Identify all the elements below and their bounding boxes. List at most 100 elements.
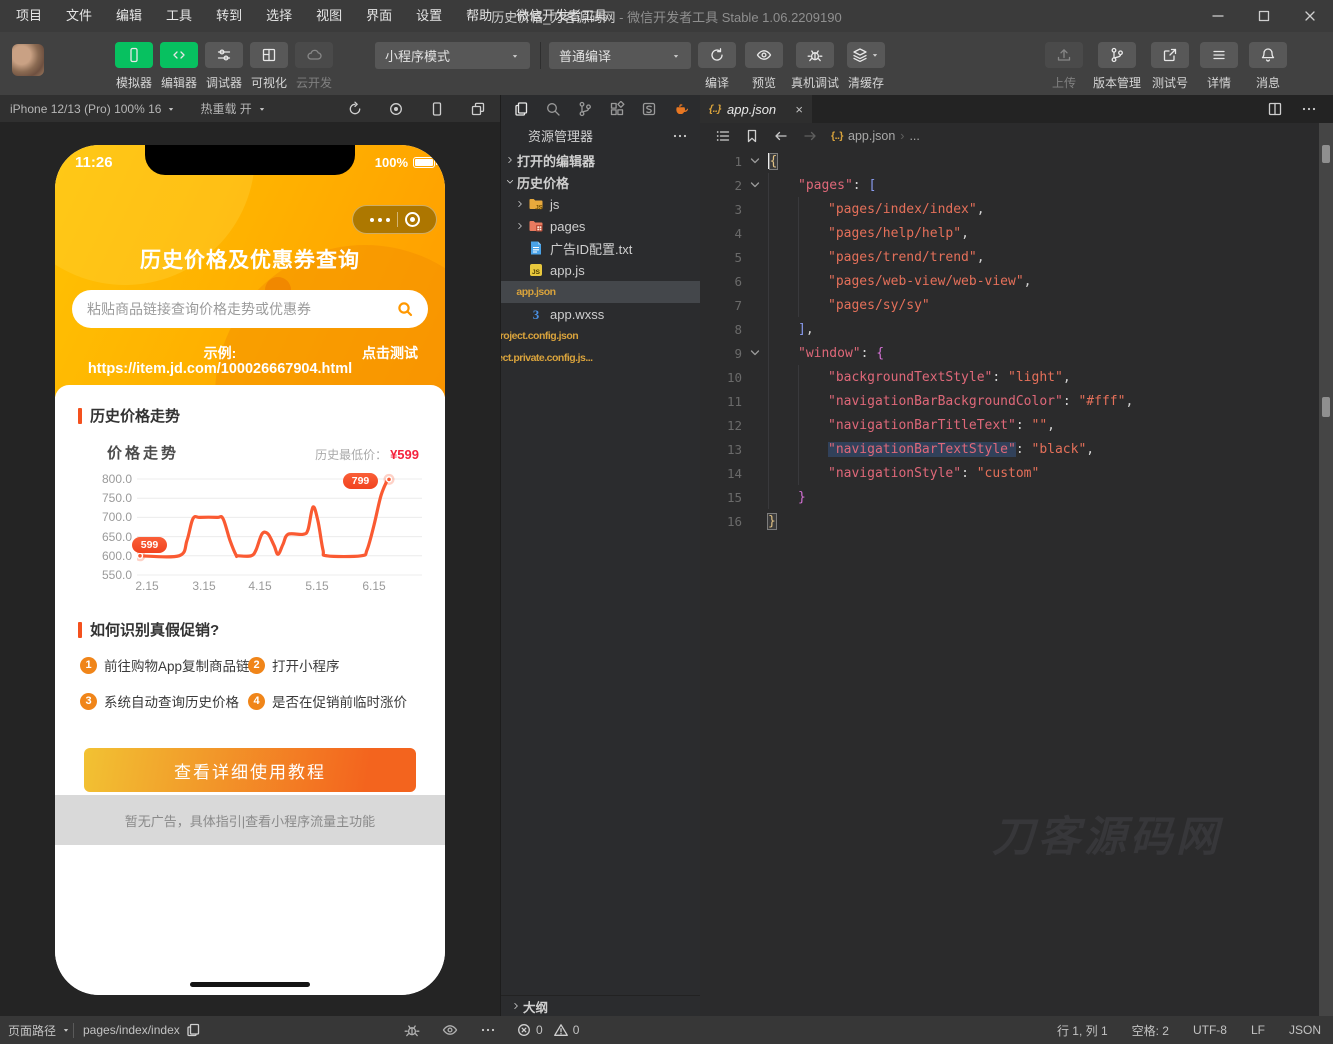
tree-item-folder-pages[interactable]: pages — [501, 215, 700, 237]
hot-reload-toggle[interactable]: 热重载 开 — [200, 100, 266, 117]
test-link[interactable]: 点击测试 — [362, 343, 418, 363]
toolbar-button-code[interactable]: 编辑器 — [159, 42, 199, 91]
menu-item-10[interactable]: 微信开发者工具 — [504, 0, 619, 32]
menu-item-5[interactable]: 选择 — [254, 0, 304, 32]
tree-item-wxss[interactable]: 3 app.wxss — [501, 303, 700, 325]
toolbar-button-menu[interactable]: 详情 — [1199, 42, 1239, 91]
npm-icon[interactable] — [641, 101, 657, 117]
minimize-button[interactable] — [1195, 0, 1241, 32]
device-select[interactable]: iPhone 12/13 (Pro) 100% 16 — [10, 102, 176, 116]
tree-section[interactable]: 打开的编辑器 — [501, 149, 700, 171]
scrollbar[interactable] — [1319, 123, 1333, 1016]
tree-item-txt[interactable]: 广告ID配置.txt — [501, 237, 700, 259]
back-icon[interactable] — [773, 128, 789, 144]
outline-section[interactable]: 大纲 — [501, 995, 700, 1016]
tree-item-jsfile[interactable]: JS app.js — [501, 259, 700, 281]
tutorial-button[interactable]: 查看详细使用教程 — [84, 748, 416, 792]
tree-item-json[interactable]: project.config.json — [501, 325, 700, 347]
fold-icon[interactable] — [747, 177, 763, 193]
search-icon[interactable] — [545, 101, 561, 117]
copy-icon[interactable] — [185, 1022, 201, 1038]
toolbar-button-bug[interactable]: 真机调试 — [791, 42, 839, 91]
tree-item-json[interactable]: app.json — [501, 281, 700, 303]
example-url[interactable]: https://item.jd.com/100026667904.html — [55, 361, 385, 377]
section-title: 如何识别真假促销? — [90, 622, 220, 639]
chevron-down-icon — [671, 51, 681, 61]
menu-item-7[interactable]: 界面 — [354, 0, 404, 32]
tree-item-folder-js[interactable]: JS js — [501, 193, 700, 215]
toolbar-button-tune[interactable]: 调试器 — [204, 42, 244, 91]
scrollbar-thumb[interactable] — [1322, 145, 1330, 163]
file-icon: project.private.config.js... — [501, 352, 593, 364]
menu-item-4[interactable]: 转到 — [204, 0, 254, 32]
git-branch-icon[interactable] — [577, 101, 593, 117]
preview-icon[interactable] — [442, 1022, 458, 1038]
mode-select[interactable]: 小程序模式 — [375, 42, 530, 69]
extensions-icon[interactable] — [609, 100, 625, 117]
tree-item-json[interactable]: project.private.config.js... — [501, 347, 700, 369]
toolbar-button-branch[interactable]: 版本管理 — [1093, 42, 1141, 91]
menu-item-6[interactable]: 视图 — [304, 0, 354, 32]
page-path-select[interactable]: 页面路径 — [8, 1016, 71, 1044]
statusbar-item-4[interactable]: JSON — [1289, 1023, 1321, 1037]
mode-select-value: 小程序模式 — [385, 49, 451, 64]
menu-item-9[interactable]: 帮助 — [454, 0, 504, 32]
menu-item-1[interactable]: 文件 — [54, 0, 104, 32]
more-icon[interactable] — [672, 128, 688, 144]
statusbar-item-2[interactable]: UTF-8 — [1193, 1023, 1227, 1037]
menu-item-2[interactable]: 编辑 — [104, 0, 154, 32]
search-input[interactable]: 粘贴商品链接查询价格走势或优惠券 — [72, 290, 428, 328]
miniapp-capsule[interactable] — [352, 205, 437, 234]
device-frame-icon[interactable] — [429, 101, 445, 117]
toolbar-button-eye[interactable]: 预览 — [744, 42, 784, 91]
statusbar-item-3[interactable]: LF — [1251, 1023, 1265, 1037]
breadcrumb-file[interactable]: {..} app.json › ... — [831, 129, 920, 143]
maximize-button[interactable] — [1241, 0, 1287, 32]
toolbar-button-layout[interactable]: 可视化 — [249, 42, 289, 91]
record-icon[interactable] — [388, 101, 404, 117]
close-tab-icon[interactable]: × — [795, 102, 803, 117]
rotate-icon[interactable] — [347, 101, 363, 117]
outline-list-icon[interactable] — [715, 128, 731, 144]
step-text: 系统自动查询历史价格 — [104, 695, 239, 710]
user-avatar[interactable] — [12, 44, 44, 76]
chevron-icon — [515, 221, 525, 231]
fold-icon[interactable] — [747, 153, 763, 169]
more-icon[interactable] — [1301, 101, 1317, 117]
step-number: 4 — [248, 692, 265, 710]
menu-item-0[interactable]: 项目 — [4, 0, 54, 32]
code-line-1: 1{ — [734, 152, 779, 170]
utils-icon[interactable] — [673, 101, 689, 117]
toolbar-button-refresh[interactable]: 编译 — [697, 42, 737, 91]
problems-indicator[interactable]: 0 0 — [516, 1016, 579, 1044]
code-line-4: 4 "pages/help/help", — [700, 221, 1319, 245]
menu-item-3[interactable]: 工具 — [154, 0, 204, 32]
compile-select[interactable]: 普通编译 — [549, 42, 691, 69]
bookmark-icon[interactable] — [744, 128, 760, 144]
statusbar-divider — [73, 1023, 74, 1038]
menu-item-8[interactable]: 设置 — [404, 0, 454, 32]
multi-window-icon[interactable] — [470, 101, 486, 117]
toolbar-button-phone[interactable]: 模拟器 — [114, 42, 154, 91]
code-area[interactable]: 1{2 "pages": [3 "pages/index/index", 4 "page… — [700, 149, 1319, 1016]
close-button[interactable] — [1287, 0, 1333, 32]
statusbar-item-0[interactable]: 行 1, 列 1 — [1057, 1022, 1108, 1039]
statusbar-item-1[interactable]: 空格: 2 — [1132, 1022, 1169, 1039]
chevron-down-icon — [510, 51, 520, 61]
outline-label: 大纲 — [523, 1000, 549, 1015]
tab-app-json[interactable]: {..} app.json × — [700, 95, 812, 123]
fold-icon[interactable] — [747, 345, 763, 361]
breadcrumb: {..} app.json › ... — [700, 123, 1333, 149]
tree-section[interactable]: 历史价格 — [501, 171, 700, 193]
more-icon[interactable] — [480, 1022, 496, 1038]
home-indicator — [190, 982, 310, 987]
x-tick: 5.15 — [305, 579, 329, 593]
toolbar-button-layers[interactable]: 清缓存 — [846, 42, 886, 91]
split-editor-icon[interactable] — [1267, 101, 1283, 117]
files-icon[interactable] — [513, 101, 529, 117]
simulator-actions — [347, 101, 486, 117]
code-line-11: 11 "navigationBarBackgroundColor": "#fff"… — [700, 389, 1319, 413]
toolbar-button-external[interactable]: 测试号 — [1150, 42, 1190, 91]
toolbar-button-bell[interactable]: 消息 — [1248, 42, 1288, 91]
debug-icon[interactable] — [404, 1022, 420, 1038]
